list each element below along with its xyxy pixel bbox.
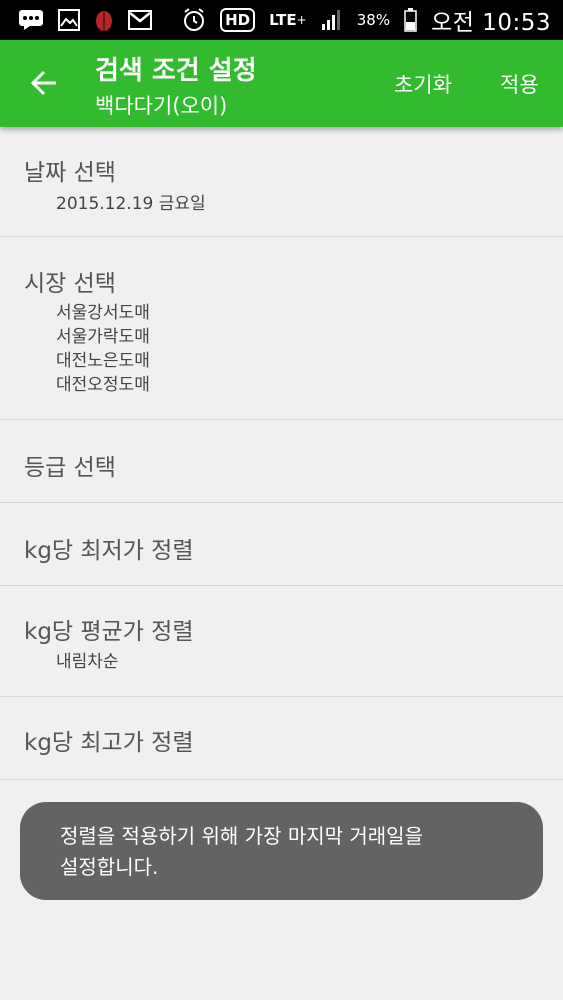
arrow-left-icon: [30, 70, 56, 96]
lte-label: LTE: [269, 11, 297, 29]
date-select-value: 2015.12.19 금요일: [56, 194, 206, 214]
battery-percent: 38%: [356, 11, 391, 29]
market-select-item[interactable]: 시장 선택 서울강서도매 서울가락도매 대전노은도매 대전오정도매: [0, 237, 563, 420]
reset-button[interactable]: 초기화: [394, 69, 452, 99]
settings-list: 날짜 선택 2015.12.19 금요일 시장 선택 서울강서도매 서울가락도매…: [0, 127, 563, 780]
toast-message: 정렬을 적용하기 위해 가장 마지막 거래일을 설정합니다.: [20, 802, 543, 900]
battery-icon: [404, 8, 417, 32]
avg-price-sort-item[interactable]: kg당 평균가 정렬 내림차순: [0, 586, 563, 697]
market-select-value: 대전오정도매: [56, 375, 150, 395]
avg-price-sort-value: 내림차순: [56, 652, 119, 672]
date-select-item[interactable]: 날짜 선택 2015.12.19 금요일: [0, 127, 563, 237]
min-price-sort-item[interactable]: kg당 최저가 정렬: [0, 503, 563, 586]
signal-icon: [321, 9, 343, 31]
clock: 오전 10:53: [431, 10, 551, 36]
market-select-value: 대전노은도매: [56, 351, 150, 371]
page-title: 검색 조건 설정: [95, 56, 257, 86]
image-icon: [58, 9, 80, 31]
app-bar: 검색 조건 설정 백다다기(오이) 초기화 적용: [0, 40, 563, 127]
grade-select-item[interactable]: 등급 선택: [0, 420, 563, 503]
max-price-sort-item[interactable]: kg당 최고가 정렬: [0, 697, 563, 780]
apply-button[interactable]: 적용: [500, 69, 539, 99]
status-bar-right: HD LTE + 38% 오전 10:53: [182, 3, 551, 37]
grade-select-title: 등급 선택: [24, 455, 116, 481]
gmail-icon: [128, 10, 152, 30]
hd-label: HD: [225, 11, 251, 29]
lte-icon: LTE +: [269, 11, 307, 29]
market-select-value: 서울강서도매: [56, 303, 150, 323]
date-select-title: 날짜 선택: [24, 160, 116, 186]
market-select-value: 서울가락도매: [56, 327, 150, 347]
ladybug-icon: [94, 8, 114, 32]
toast-line: 설정합니다.: [60, 855, 159, 879]
back-button[interactable]: [24, 66, 64, 100]
market-select-title: 시장 선택: [24, 271, 116, 297]
message-icon: [18, 9, 44, 31]
page-subtitle: 백다다기(오이): [95, 94, 228, 118]
min-price-sort-title: kg당 최저가 정렬: [24, 538, 194, 564]
toast-line: 정렬을 적용하기 위해 가장 마지막 거래일을: [60, 824, 423, 848]
status-bar: HD LTE + 38% 오전 10:53: [0, 0, 563, 40]
alarm-icon: [182, 8, 206, 32]
avg-price-sort-title: kg당 평균가 정렬: [24, 619, 194, 645]
max-price-sort-title: kg당 최고가 정렬: [24, 730, 194, 756]
hd-call-icon: HD: [220, 8, 256, 32]
status-bar-left: [18, 8, 152, 32]
